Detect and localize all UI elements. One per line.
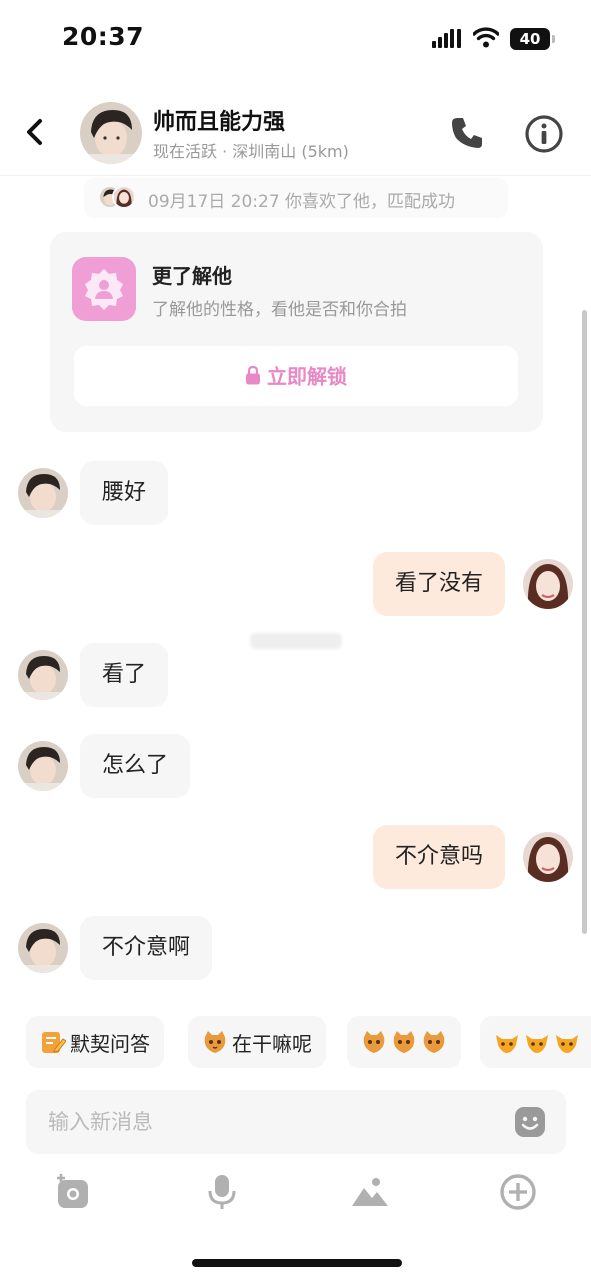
cat-sticker-icon	[423, 1030, 445, 1053]
quick-reply-quiz[interactable]: 默契问答	[26, 1016, 164, 1068]
user-avatar[interactable]	[523, 832, 573, 882]
contact-status: 现在活跃 · 深圳南山 (5km)	[153, 142, 349, 161]
quick-reply-fox-stickers[interactable]	[480, 1016, 591, 1068]
message-bubble-outgoing[interactable]: 不介意吗	[373, 825, 506, 889]
contact-avatar[interactable]	[18, 468, 68, 518]
match-avatars	[98, 185, 138, 209]
cellular-signal-icon	[432, 29, 461, 48]
fox-sticker-icon	[556, 1034, 578, 1053]
message-input-box	[26, 1090, 566, 1154]
pencil-note-icon	[42, 1031, 66, 1053]
unlock-label: 立即解锁	[267, 364, 347, 389]
back-arrow-icon[interactable]	[18, 112, 52, 152]
message-bubble-incoming[interactable]: 不介意啊	[80, 916, 213, 980]
fox-sticker-icon	[526, 1034, 548, 1053]
unlock-button[interactable]: 立即解锁	[74, 346, 518, 406]
user-avatar[interactable]	[523, 559, 573, 609]
microphone-icon[interactable]	[202, 1172, 242, 1212]
cat-sticker-icon	[204, 1030, 226, 1053]
chat-header: 帅而且能力强 现在活跃 · 深圳南山 (5km)	[0, 92, 591, 176]
blurred-system-notice	[250, 633, 342, 649]
contact-name: 帅而且能力强	[153, 110, 286, 135]
contact-avatar[interactable]	[80, 102, 142, 164]
camera-icon[interactable]	[54, 1172, 94, 1212]
contact-avatar[interactable]	[18, 650, 68, 700]
wifi-icon	[473, 27, 499, 48]
status-bar: 20:37 40	[0, 0, 591, 80]
quick-reply-label: 在干嘛呢	[232, 1031, 312, 1056]
quick-reply-cat-stickers[interactable]	[347, 1016, 461, 1068]
image-icon[interactable]	[350, 1172, 390, 1212]
home-indicator[interactable]	[192, 1259, 402, 1267]
fox-sticker-icon	[496, 1034, 518, 1053]
info-icon[interactable]	[524, 114, 564, 154]
quick-reply-what-doing[interactable]: 在干嘛呢	[188, 1016, 326, 1068]
personality-badge-icon	[72, 257, 136, 321]
cat-sticker-icon	[363, 1030, 385, 1053]
status-time: 20:37	[62, 22, 145, 51]
contact-avatar[interactable]	[18, 741, 68, 791]
message-bubble-incoming[interactable]: 腰好	[80, 461, 169, 525]
message-bubble-incoming[interactable]: 看了	[80, 643, 169, 707]
match-text: 09月17日 20:27 你喜欢了他，匹配成功	[148, 192, 456, 212]
message-input[interactable]	[48, 1090, 508, 1154]
cat-sticker-icon	[393, 1030, 415, 1053]
lock-icon	[246, 365, 260, 384]
emoji-icon[interactable]	[514, 1106, 546, 1138]
card-subtitle: 了解他的性格，看他是否和你合拍	[152, 300, 407, 320]
message-bubble-incoming[interactable]: 怎么了	[80, 734, 191, 798]
match-banner: 09月17日 20:27 你喜欢了他，匹配成功	[84, 178, 508, 218]
battery-indicator: 40	[510, 28, 555, 50]
user-mini-avatar	[112, 185, 136, 209]
quick-reply-label: 默契问答	[70, 1031, 150, 1056]
plus-circle-icon[interactable]	[498, 1172, 538, 1212]
message-bubble-outgoing[interactable]: 看了没有	[373, 552, 506, 616]
know-more-card: 更了解他 了解他的性格，看他是否和你合拍 立即解锁	[50, 232, 543, 432]
contact-avatar[interactable]	[18, 923, 68, 973]
phone-call-icon[interactable]	[448, 114, 486, 152]
scrollbar[interactable]	[582, 310, 587, 934]
card-title: 更了解他	[152, 264, 232, 288]
